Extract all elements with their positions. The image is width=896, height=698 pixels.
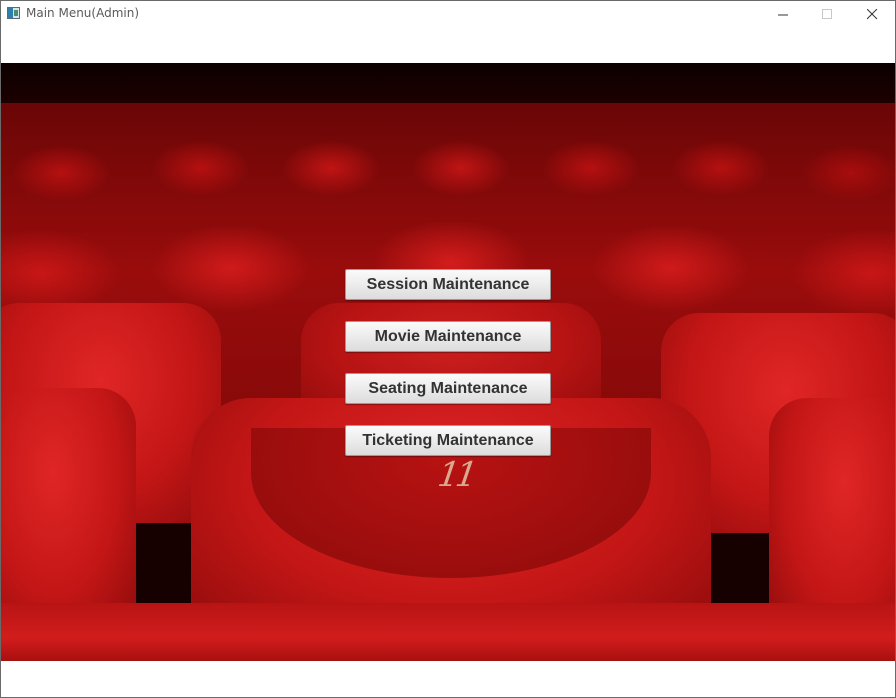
minimize-icon bbox=[777, 14, 788, 15]
ticketing-maintenance-button[interactable]: Ticketing Maintenance bbox=[345, 425, 551, 456]
minimize-button[interactable] bbox=[761, 1, 805, 27]
session-maintenance-button[interactable]: Session Maintenance bbox=[345, 269, 551, 300]
front-row-base bbox=[1, 603, 895, 661]
maximize-icon bbox=[821, 8, 832, 19]
title-bar[interactable]: Main Menu(Admin) bbox=[1, 1, 895, 27]
java-app-icon bbox=[7, 7, 20, 19]
seat bbox=[1, 388, 136, 628]
main-menu-window: Main Menu(Admin) 11 Session Maintenance … bbox=[0, 0, 896, 698]
close-button[interactable] bbox=[850, 1, 894, 27]
seat-number: 11 bbox=[435, 455, 477, 495]
background-panel: 11 Session Maintenance Movie Maintenance… bbox=[1, 63, 895, 661]
seat bbox=[769, 398, 895, 638]
close-icon bbox=[866, 8, 877, 19]
maximize-button[interactable] bbox=[805, 1, 849, 27]
bottom-margin bbox=[1, 661, 895, 697]
window-title: Main Menu(Admin) bbox=[26, 6, 140, 20]
movie-maintenance-button[interactable]: Movie Maintenance bbox=[345, 321, 551, 352]
seating-maintenance-button[interactable]: Seating Maintenance bbox=[345, 373, 551, 404]
